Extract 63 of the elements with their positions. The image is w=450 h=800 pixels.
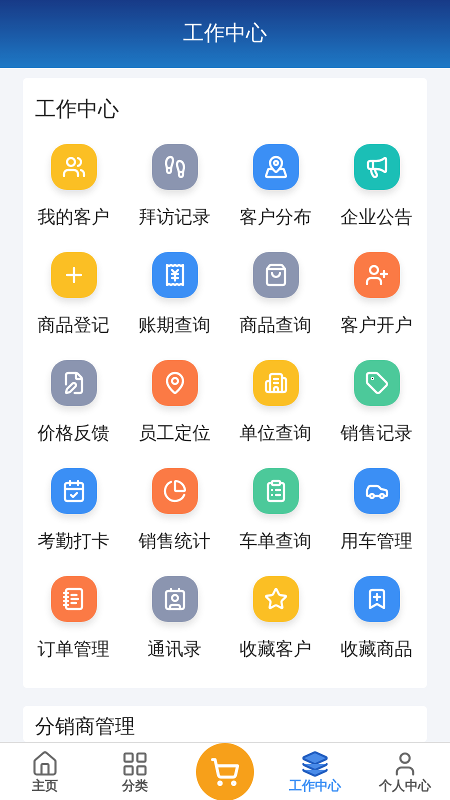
building-icon <box>264 370 288 394</box>
item-label: 客户开户 <box>340 314 412 336</box>
section-title: 分销商管理 <box>35 716 135 738</box>
section-title: 工作中心 <box>34 97 120 123</box>
work-item[interactable]: 收藏商品 <box>326 576 427 684</box>
item-label: 销售记录 <box>340 422 412 444</box>
work-item[interactable]: 企业公告 <box>326 144 427 252</box>
item-label: 收藏商品 <box>340 638 412 660</box>
item-label: 我的客户 <box>38 206 110 228</box>
page-title: 工作中心 <box>183 21 267 48</box>
work-item[interactable]: 用车管理 <box>326 468 427 576</box>
cart-icon <box>210 756 240 786</box>
item-label: 商品查询 <box>240 314 312 336</box>
tab-item[interactable]: 分类 <box>121 750 149 794</box>
grid-icon <box>121 750 149 778</box>
work-item[interactable]: 单位查询 <box>225 360 326 468</box>
item-label: 账期查询 <box>138 314 210 336</box>
work-item[interactable]: 商品查询 <box>225 252 326 360</box>
work-item[interactable]: 商品登记 <box>23 252 124 360</box>
item-label: 商品登记 <box>38 314 110 336</box>
item-label: 销售统计 <box>138 530 210 552</box>
work-item[interactable]: 员工定位 <box>124 360 225 468</box>
item-label: 订单管理 <box>38 638 110 660</box>
tag-icon <box>364 370 388 394</box>
shopping-bag-icon <box>264 262 288 286</box>
work-item[interactable]: 订单管理 <box>23 576 124 684</box>
item-label: 拜访记录 <box>138 206 210 228</box>
work-item[interactable]: 拜访记录 <box>124 144 225 252</box>
item-label: 员工定位 <box>138 422 210 444</box>
footprint-icon <box>162 154 186 178</box>
work-item[interactable]: 价格反馈 <box>23 360 124 468</box>
item-label: 车单查询 <box>240 530 312 552</box>
notepad-icon <box>62 586 86 610</box>
map-pin-icon <box>264 154 288 178</box>
user-add-icon <box>364 262 388 286</box>
work-item[interactable]: 车单查询 <box>225 468 326 576</box>
item-label: 通讯录 <box>148 638 202 660</box>
work-item[interactable]: 考勤打卡 <box>23 468 124 576</box>
work-item[interactable]: 客户分布 <box>225 144 326 252</box>
work-item[interactable]: 客户开户 <box>326 252 427 360</box>
item-label: 用车管理 <box>340 530 412 552</box>
item-label: 企业公告 <box>340 206 412 228</box>
item-label: 单位查询 <box>240 422 312 444</box>
item-label: 价格反馈 <box>38 422 110 444</box>
home-icon <box>31 750 59 778</box>
megaphone-icon <box>364 154 388 178</box>
work-item[interactable]: 销售记录 <box>326 360 427 468</box>
work-item[interactable]: 我的客户 <box>23 144 124 252</box>
contact-card-icon <box>162 586 186 610</box>
work-item[interactable]: 收藏客户 <box>225 576 326 684</box>
work-item[interactable]: 通讯录 <box>124 576 225 684</box>
layers-icon <box>301 750 329 778</box>
item-label: 考勤打卡 <box>38 530 110 552</box>
work-item[interactable]: 销售统计 <box>124 468 225 576</box>
star-icon <box>264 586 288 610</box>
calendar-check-icon <box>62 478 86 502</box>
tab-item[interactable]: 个人中心 <box>379 750 431 794</box>
item-label: 客户分布 <box>240 206 312 228</box>
item-label: 收藏客户 <box>240 638 312 660</box>
pie-chart-icon <box>162 478 186 502</box>
tab-item[interactable]: 主页 <box>31 750 59 794</box>
work-item[interactable]: 账期查询 <box>124 252 225 360</box>
people-icon <box>62 154 86 178</box>
